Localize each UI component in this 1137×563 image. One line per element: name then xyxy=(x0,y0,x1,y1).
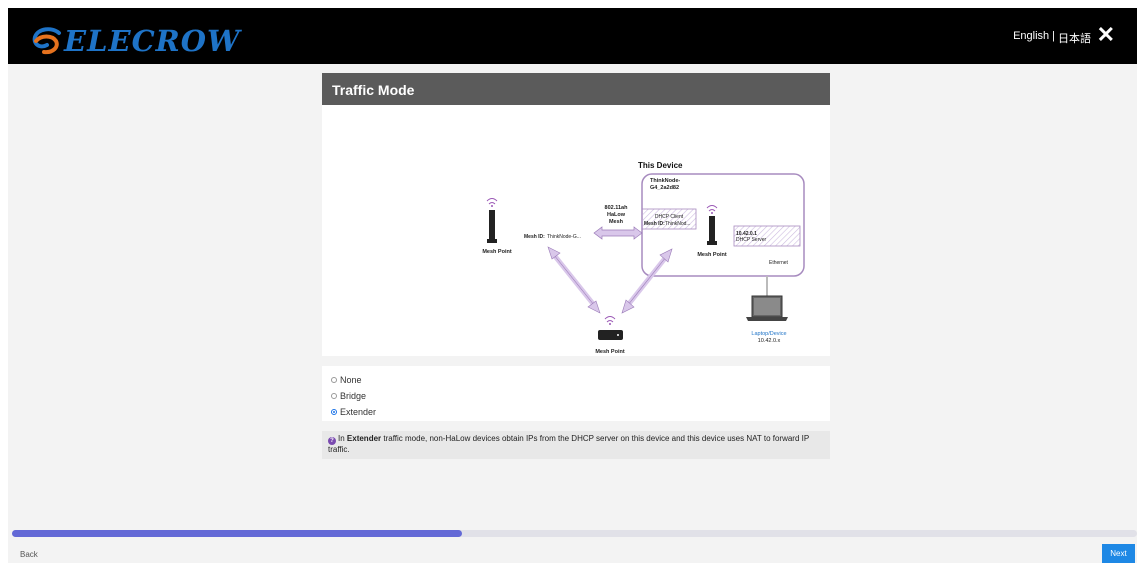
mesh-link-arrow-top xyxy=(593,226,643,240)
mesh-id-left-value: ThinkNode-G... xyxy=(547,234,581,240)
option-extender[interactable]: Extender xyxy=(331,404,830,420)
laptop-ip: 10.42.0.x xyxy=(758,338,781,344)
lang-separator: | xyxy=(1052,30,1055,42)
mesh-point-label-bottom: Mesh Point xyxy=(595,349,625,355)
logo-swoosh-icon xyxy=(32,27,61,55)
dhcp-server-label: DHCP Server xyxy=(736,237,767,243)
mesh-point-label-device: Mesh Point xyxy=(697,252,727,258)
option-bridge-label: Bridge xyxy=(340,391,367,401)
device-name-line2: G4_2a2d82 xyxy=(650,185,679,191)
halow-label-3: Mesh xyxy=(609,219,624,225)
option-none[interactable]: None xyxy=(331,372,830,388)
progress-fill xyxy=(12,530,462,537)
mesh-link-arrow-left xyxy=(547,246,601,314)
device-name-line1: ThinkNode- xyxy=(650,178,680,184)
mesh-link-arrow-right xyxy=(621,248,673,314)
top-bar: ELECROW English | 日本語 ✕ xyxy=(8,8,1137,64)
halow-label-2: HaLow xyxy=(607,212,626,218)
close-icon[interactable]: ✕ xyxy=(1097,24,1115,46)
this-device-router-icon xyxy=(706,205,718,245)
bottom-router-icon xyxy=(598,316,623,340)
this-device-label: This Device xyxy=(638,161,683,170)
mesh-id-inner-value: ThinkNod... xyxy=(665,221,691,227)
option-bridge[interactable]: Bridge xyxy=(331,388,830,404)
lang-english[interactable]: English xyxy=(1013,30,1049,46)
laptop-label: Laptop/Device xyxy=(751,331,786,337)
radio-extender[interactable] xyxy=(331,409,337,415)
laptop-icon xyxy=(746,295,788,321)
radio-none[interactable] xyxy=(331,377,337,383)
elecrow-logo: ELECROW xyxy=(32,26,241,56)
option-none-label: None xyxy=(340,375,362,385)
mesh-id-left-label: Mesh ID: xyxy=(524,234,545,240)
progress-bar xyxy=(12,530,1137,537)
network-diagram: This Device ThinkNode- G4_2a2d82 802.11a… xyxy=(322,105,830,356)
halow-label-1: 802.11ah xyxy=(605,205,629,211)
mesh-id-inner-label: Mesh ID: xyxy=(644,221,665,227)
next-button[interactable]: Next xyxy=(1102,544,1135,563)
brand-name: ELECROW xyxy=(64,24,241,58)
back-button[interactable]: Back xyxy=(20,550,38,559)
dhcp-client-label: DHCP Client xyxy=(655,214,684,220)
radio-bridge[interactable] xyxy=(331,393,337,399)
traffic-mode-options: None Bridge Extender xyxy=(322,366,830,421)
help-icon: ? xyxy=(328,437,336,445)
info-prefix: In xyxy=(338,434,347,443)
info-mode: Extender xyxy=(346,434,382,443)
option-extender-label: Extender xyxy=(340,407,377,417)
mesh-point-label-left: Mesh Point xyxy=(482,249,512,255)
lang-japanese[interactable]: 日本語 xyxy=(1058,30,1091,46)
language-switcher: English | 日本語 xyxy=(1013,30,1091,46)
info-box: ? In Extender traffic mode, non-HaLow dev… xyxy=(322,431,830,459)
ethernet-label: Ethernet xyxy=(769,260,789,266)
left-router-icon xyxy=(486,198,498,243)
page-title: Traffic Mode xyxy=(322,73,830,105)
info-text: traffic mode, non-HaLow devices obtain I… xyxy=(328,434,810,454)
